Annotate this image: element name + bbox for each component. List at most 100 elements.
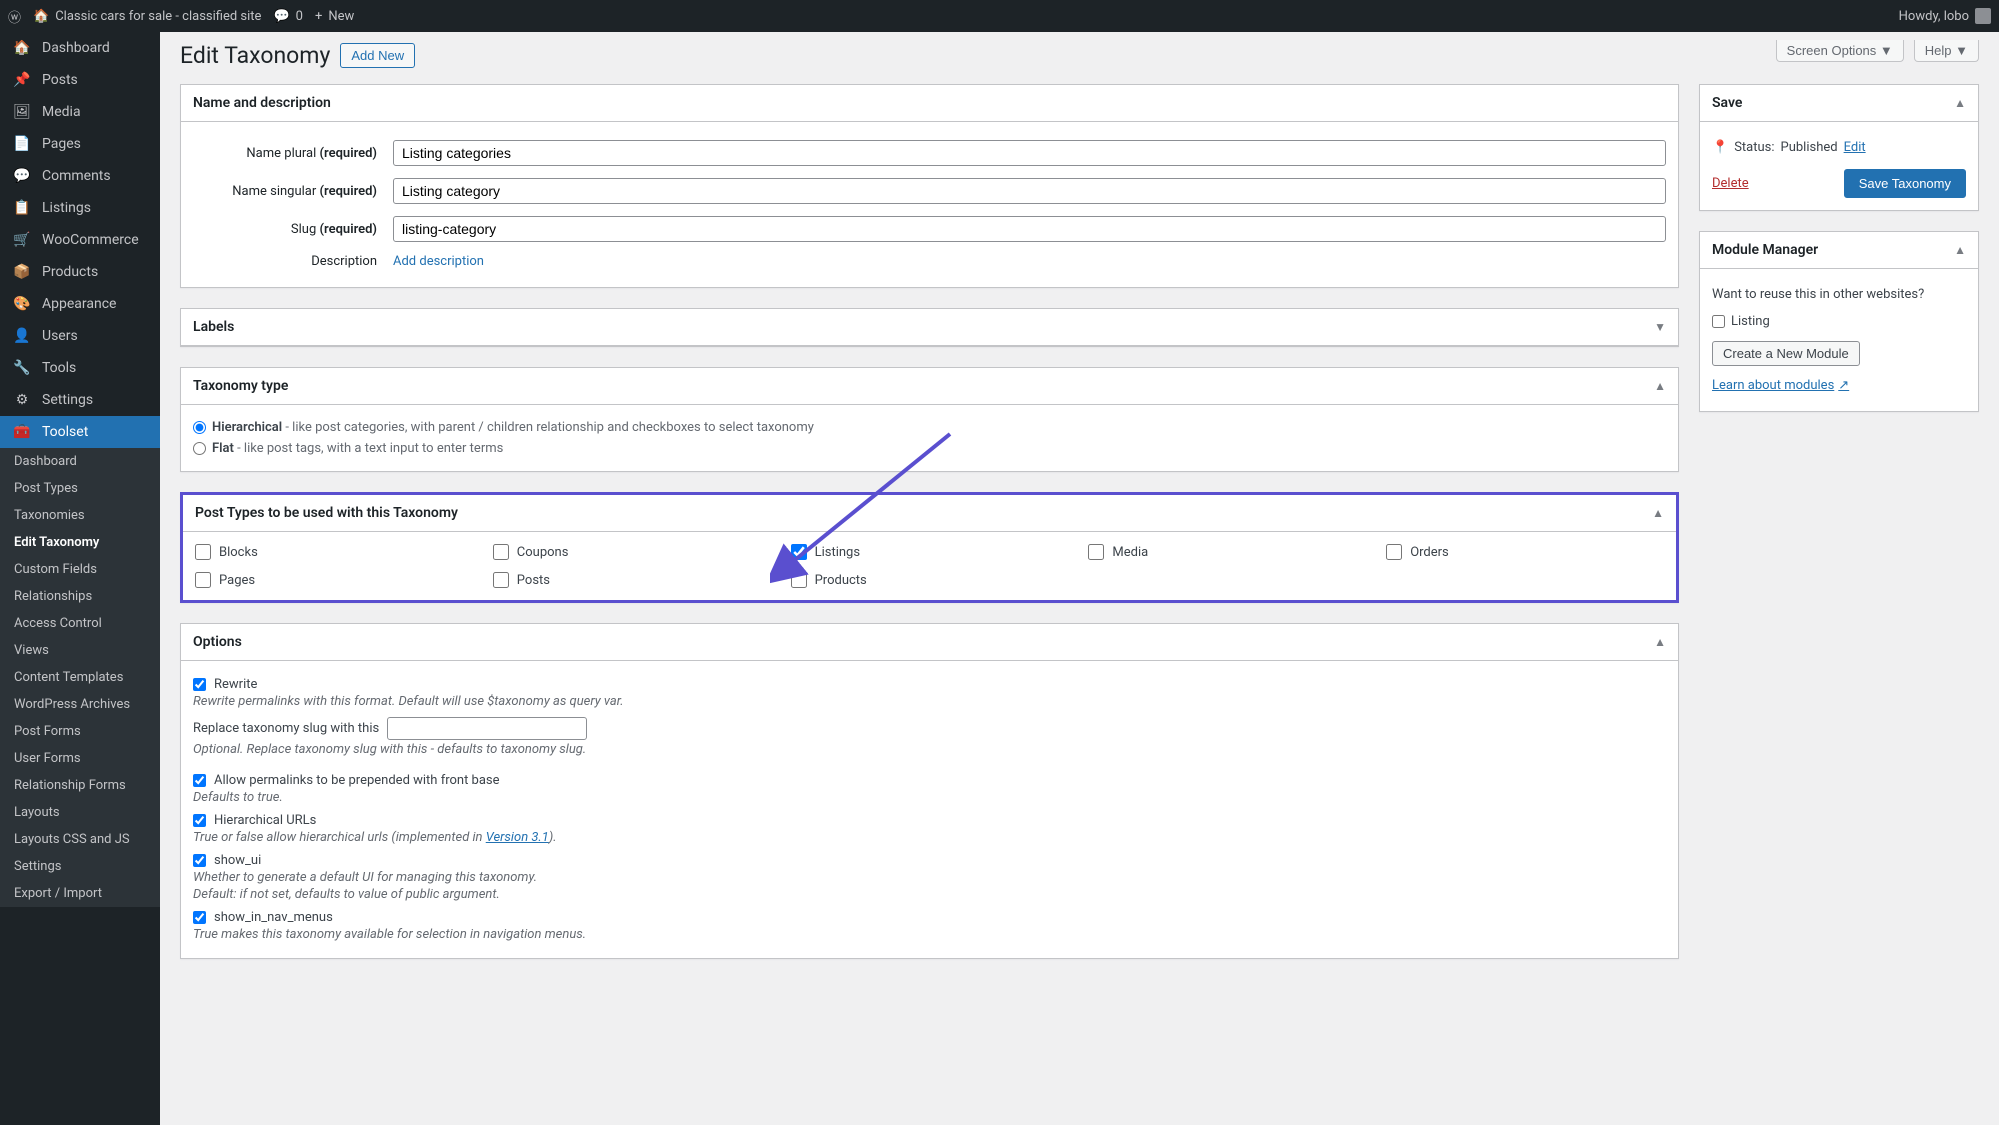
admin-bar: ⓦ 🏠Classic cars for sale - classified si… (0, 0, 1999, 32)
sidebar-item-settings[interactable]: ⚙Settings (0, 384, 160, 416)
show-nav-checkbox[interactable] (193, 911, 206, 924)
brush-icon: 🎨 (12, 296, 32, 312)
options-header[interactable]: Options▲ (181, 624, 1678, 661)
post-type-listings: Listings (791, 544, 1069, 560)
chevron-up-icon: ▲ (1654, 635, 1666, 649)
sidebar-item-woocommerce[interactable]: 🛒WooCommerce (0, 224, 160, 256)
submenu-views[interactable]: Views (0, 637, 160, 664)
flat-radio[interactable] (193, 442, 206, 455)
submenu-user-forms[interactable]: User Forms (0, 745, 160, 772)
submenu-content-templates[interactable]: Content Templates (0, 664, 160, 691)
submenu-relationships[interactable]: Relationships (0, 583, 160, 610)
post-type-label: Pages (219, 573, 255, 588)
avatar-icon (1975, 8, 1991, 24)
edit-status-link[interactable]: Edit (1844, 140, 1866, 155)
save-taxonomy-button[interactable]: Save Taxonomy (1844, 169, 1966, 198)
taxonomy-type-box: Taxonomy type▲ Hierarchical - like post … (180, 367, 1679, 472)
sidebar-item-toolset[interactable]: 🧰Toolset (0, 416, 160, 448)
sidebar-item-tools[interactable]: 🔧Tools (0, 352, 160, 384)
submenu-post-types[interactable]: Post Types (0, 475, 160, 502)
post-type-checkbox-posts[interactable] (493, 572, 509, 588)
submenu-layouts[interactable]: Layouts (0, 799, 160, 826)
submenu-export-import[interactable]: Export / Import (0, 880, 160, 907)
submenu-relationship-forms[interactable]: Relationship Forms (0, 772, 160, 799)
screen-options-button[interactable]: Screen Options ▼ (1776, 40, 1904, 62)
post-type-label: Products (815, 573, 867, 588)
options-box: Options▲ Rewrite Rewrite permalinks with… (180, 623, 1679, 959)
new-label: New (328, 9, 354, 24)
submenu-wp-archives[interactable]: WordPress Archives (0, 691, 160, 718)
submenu-post-forms[interactable]: Post Forms (0, 718, 160, 745)
hierarchical-radio[interactable] (193, 421, 206, 434)
sidebar-item-appearance[interactable]: 🎨Appearance (0, 288, 160, 320)
sidebar-item-users[interactable]: 👤Users (0, 320, 160, 352)
wp-logo[interactable]: ⓦ (8, 7, 21, 26)
post-type-checkbox-blocks[interactable] (195, 544, 211, 560)
sidebar-item-comments[interactable]: 💬Comments (0, 160, 160, 192)
labels-box: Labels▼ (180, 308, 1679, 347)
external-link-icon: ↗ (1838, 378, 1849, 393)
add-description-link[interactable]: Add description (393, 254, 484, 269)
listing-module-checkbox[interactable] (1712, 315, 1725, 328)
sidebar-item-media[interactable]: 🖼Media (0, 96, 160, 128)
submenu-edit-taxonomy[interactable]: Edit Taxonomy (0, 529, 160, 556)
submenu-custom-fields[interactable]: Custom Fields (0, 556, 160, 583)
post-type-checkbox-coupons[interactable] (493, 544, 509, 560)
chevron-up-icon: ▲ (1652, 506, 1664, 520)
delete-link[interactable]: Delete (1712, 176, 1749, 191)
post-type-media: Media (1088, 544, 1366, 560)
sidebar-item-listings[interactable]: 📋Listings (0, 192, 160, 224)
new-content-link[interactable]: +New (315, 9, 354, 24)
slug-input[interactable] (393, 216, 1666, 242)
sidebar-item-dashboard[interactable]: 🏠Dashboard (0, 32, 160, 64)
module-box-header[interactable]: Module Manager▲ (1700, 232, 1978, 269)
wordpress-icon: ⓦ (8, 7, 21, 26)
sidebar-item-products[interactable]: 📦Products (0, 256, 160, 288)
version-link[interactable]: Version 3.1 (486, 830, 549, 845)
module-manager-box: Module Manager▲ Want to reuse this in ot… (1699, 231, 1979, 412)
site-name-link[interactable]: 🏠Classic cars for sale - classified site (33, 9, 261, 24)
post-type-label: Media (1112, 545, 1148, 560)
hierarchical-urls-checkbox[interactable] (193, 814, 206, 827)
singular-input[interactable] (393, 178, 1666, 204)
submenu-settings[interactable]: Settings (0, 853, 160, 880)
save-box-header[interactable]: Save▲ (1700, 85, 1978, 122)
submenu-layouts-css-js[interactable]: Layouts CSS and JS (0, 826, 160, 853)
submenu-access-control[interactable]: Access Control (0, 610, 160, 637)
add-new-button[interactable]: Add New (340, 43, 415, 68)
slug-label: Slug (required) (193, 222, 393, 237)
user-greeting[interactable]: Howdy, lobo (1899, 8, 1991, 24)
chevron-up-icon: ▲ (1654, 379, 1666, 393)
main-content: Screen Options ▼ Help ▼ Edit Taxonomy Ad… (160, 0, 1999, 1019)
sidebar-item-pages[interactable]: 📄Pages (0, 128, 160, 160)
create-module-button[interactable]: Create a New Module (1712, 341, 1860, 366)
post-type-checkbox-products[interactable] (791, 572, 807, 588)
woo-icon: 🛒 (12, 232, 32, 248)
labels-header[interactable]: Labels▼ (181, 309, 1678, 346)
front-base-checkbox[interactable] (193, 774, 206, 787)
post-type-checkbox-pages[interactable] (195, 572, 211, 588)
comments-link[interactable]: 💬0 (273, 9, 303, 24)
submenu-dashboard[interactable]: Dashboard (0, 448, 160, 475)
pin-icon: 📌 (12, 72, 32, 88)
name-box-header[interactable]: Name and description (181, 85, 1678, 122)
post-type-label: Blocks (219, 545, 258, 560)
post-type-checkbox-listings[interactable] (791, 544, 807, 560)
show-ui-checkbox[interactable] (193, 854, 206, 867)
learn-modules-link[interactable]: Learn about modules ↗ (1712, 378, 1849, 393)
description-label: Description (193, 254, 393, 269)
post-type-checkbox-orders[interactable] (1386, 544, 1402, 560)
type-header[interactable]: Taxonomy type▲ (181, 368, 1678, 405)
post-type-checkbox-media[interactable] (1088, 544, 1104, 560)
help-button[interactable]: Help ▼ (1914, 40, 1979, 62)
dashboard-icon: 🏠 (12, 40, 32, 56)
replace-slug-input[interactable] (387, 717, 587, 740)
post-type-label: Orders (1410, 545, 1449, 560)
post-types-header[interactable]: Post Types to be used with this Taxonomy… (183, 495, 1676, 532)
plural-input[interactable] (393, 140, 1666, 166)
rewrite-checkbox[interactable] (193, 678, 206, 691)
user-icon: 👤 (12, 328, 32, 344)
submenu-taxonomies[interactable]: Taxonomies (0, 502, 160, 529)
post-type-label: Coupons (517, 545, 569, 560)
sidebar-item-posts[interactable]: 📌Posts (0, 64, 160, 96)
